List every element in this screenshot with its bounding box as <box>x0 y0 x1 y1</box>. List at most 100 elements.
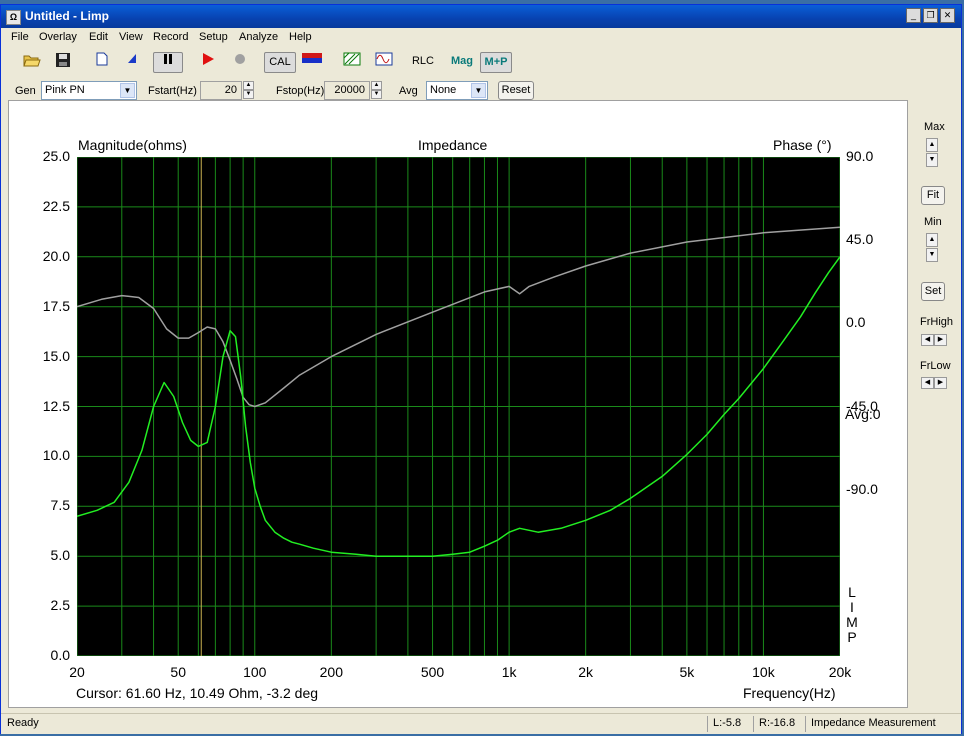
menu-overlay[interactable]: Overlay <box>39 31 77 43</box>
waveform-button[interactable] <box>373 52 395 73</box>
spin-up-icon[interactable]: ▲ <box>926 138 938 152</box>
gen-select[interactable]: Pink PN ▼ <box>41 81 137 100</box>
menu-view[interactable]: View <box>119 31 143 43</box>
app-icon: Ω <box>6 10 21 25</box>
y-tick-left: 17.5 <box>42 297 70 314</box>
document-icon <box>96 52 108 66</box>
folder-open-icon <box>23 55 41 67</box>
menu-file[interactable]: File <box>11 31 29 43</box>
frlow-spinner[interactable]: ◀ ▶ <box>921 377 949 389</box>
spin-up-icon[interactable]: ▲ <box>243 81 254 90</box>
cal-button[interactable]: CAL <box>264 52 296 73</box>
chart-title: Impedance <box>418 137 488 153</box>
y-tick-left: 15.0 <box>42 347 70 364</box>
watermark-letter: M <box>846 614 858 630</box>
pause-button[interactable] <box>153 52 183 73</box>
fit-button[interactable]: Fit <box>921 186 945 205</box>
status-right-level: R:-16.8 <box>759 717 796 729</box>
play-icon <box>203 53 214 65</box>
y-tick-left: 22.5 <box>42 197 70 214</box>
watermark-letter: P <box>847 629 857 645</box>
y-tick-left: 7.5 <box>50 497 70 514</box>
gen-label: Gen <box>15 85 36 97</box>
avg-readout: Avg:0 <box>845 406 881 422</box>
y-tick-left: 2.5 <box>50 597 70 614</box>
spin-up-icon[interactable]: ▲ <box>926 233 938 247</box>
scale-sidebar: Max ▲ ▼ Fit Min ▲ ▼ Set FrHigh ◀ ▶ FrLow ◀ ▶ <box>912 100 960 708</box>
record-button[interactable] <box>230 52 250 73</box>
minimize-icon[interactable]: _ <box>906 8 921 23</box>
x-tick: 2k <box>578 664 594 680</box>
x-tick: 50 <box>170 664 186 680</box>
restore-icon[interactable]: ❐ <box>923 8 938 23</box>
gen-select-value: Pink PN <box>45 84 85 96</box>
plot-area[interactable] <box>76 156 841 657</box>
y-tick-left: 20.0 <box>42 247 70 264</box>
y-axis-right-label: Phase (°) <box>773 137 832 153</box>
fstart-spinner[interactable]: ▲ ▼ <box>243 81 254 100</box>
max-spinner[interactable]: ▲ ▼ <box>926 138 938 168</box>
flag-icon <box>128 54 136 63</box>
open-button[interactable] <box>21 52 43 73</box>
menu-analyze[interactable]: Analyze <box>239 31 278 43</box>
fstart-label: Fstart(Hz) <box>148 85 197 97</box>
frhigh-spinner[interactable]: ◀ ▶ <box>921 334 949 346</box>
overlay-button[interactable] <box>341 52 363 73</box>
watermark-letter: I <box>850 599 854 615</box>
new-button[interactable] <box>93 52 111 73</box>
menu-edit[interactable]: Edit <box>89 31 108 43</box>
mag-button[interactable]: Mag <box>447 52 477 73</box>
close-icon[interactable]: ✕ <box>940 8 955 23</box>
rlc-button[interactable]: RLC <box>409 52 437 73</box>
status-left-level: L:-5.8 <box>713 717 742 729</box>
window-title: Untitled - Limp <box>25 9 109 23</box>
spin-down-icon[interactable]: ▼ <box>926 153 938 167</box>
cursor-readout: Cursor: 61.60 Hz, 10.49 Ohm, -3.2 deg <box>76 685 319 701</box>
color-scale-button[interactable] <box>301 52 323 73</box>
x-axis-label: Frequency(Hz) <box>743 685 836 701</box>
spin-up-icon[interactable]: ▲ <box>371 81 382 90</box>
spin-down-icon[interactable]: ▼ <box>371 90 382 99</box>
marker-button[interactable] <box>123 52 141 73</box>
y-tick-left: 25.0 <box>42 148 70 164</box>
limp-watermark: L I M P <box>845 585 859 645</box>
arrow-left-icon[interactable]: ◀ <box>921 377 934 389</box>
y-tick-right: 45.0 <box>846 231 874 248</box>
avg-select-value: None <box>430 84 457 96</box>
y-tick-left: 0.0 <box>50 647 70 663</box>
play-button[interactable] <box>198 52 218 73</box>
menu-setup[interactable]: Setup <box>199 31 228 43</box>
fstop-input[interactable]: 20000 <box>324 81 370 100</box>
set-button[interactable]: Set <box>921 282 945 301</box>
arrow-right-icon[interactable]: ▶ <box>934 377 947 389</box>
avg-select[interactable]: None ▼ <box>426 81 488 100</box>
reset-button[interactable]: Reset <box>498 81 534 100</box>
spin-down-icon[interactable]: ▼ <box>243 90 254 99</box>
fstart-input[interactable]: 20 <box>200 81 242 100</box>
pause-icon <box>164 54 172 64</box>
floppy-icon <box>56 53 70 67</box>
hatched-icon <box>343 52 361 66</box>
mag-phase-button[interactable]: M+P <box>480 52 512 73</box>
x-tick: 100 <box>243 664 267 680</box>
arrow-left-icon[interactable]: ◀ <box>921 334 934 346</box>
menu-help[interactable]: Help <box>289 31 312 43</box>
avg-label: Avg <box>399 85 418 97</box>
arrow-right-icon[interactable]: ▶ <box>934 334 947 346</box>
status-mode: Impedance Measurement <box>811 717 936 729</box>
chevron-down-icon[interactable]: ▼ <box>120 83 135 98</box>
save-button[interactable] <box>53 52 73 73</box>
max-label: Max <box>924 121 945 133</box>
y-tick-right: 0.0 <box>846 314 866 331</box>
chevron-down-icon[interactable]: ▼ <box>471 83 486 98</box>
phase-series-line <box>76 226 841 408</box>
y-axis-left-label: Magnitude(ohms) <box>78 137 187 153</box>
frhigh-label: FrHigh <box>920 316 954 328</box>
min-spinner[interactable]: ▲ ▼ <box>926 233 938 263</box>
fstop-spinner[interactable]: ▲ ▼ <box>371 81 382 100</box>
spin-down-icon[interactable]: ▼ <box>926 248 938 262</box>
min-label: Min <box>924 216 942 228</box>
title-bar[interactable]: Ω Untitled - Limp _ ❐ ✕ <box>1 5 961 28</box>
impedance-plot[interactable] <box>76 156 841 657</box>
menu-record[interactable]: Record <box>153 31 188 43</box>
